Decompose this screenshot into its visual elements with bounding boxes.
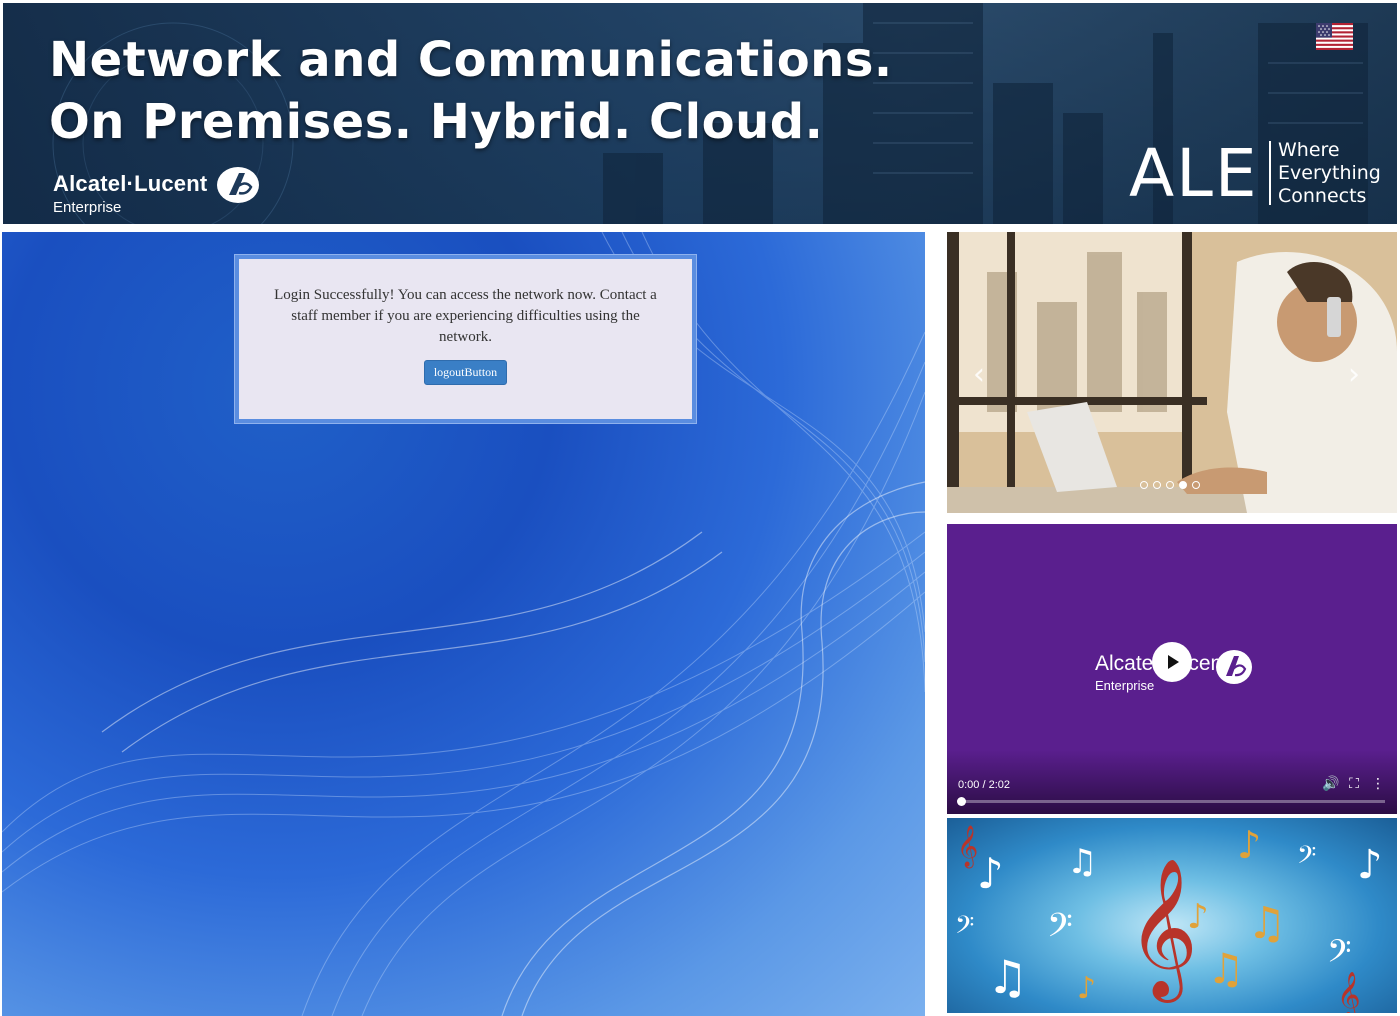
ale-logo: ALE xyxy=(1129,135,1259,212)
svg-text:♪: ♪ xyxy=(1357,842,1383,888)
video-progress-bar[interactable] xyxy=(957,797,1385,806)
tagline-line: Where xyxy=(1278,139,1340,161)
play-button[interactable] xyxy=(1152,642,1192,682)
header-banner: Network and Communications. On Premises.… xyxy=(3,3,1397,224)
video-progress-knob[interactable] xyxy=(957,797,966,806)
svg-text:♫: ♫ xyxy=(1247,898,1286,949)
logout-button[interactable]: logoutButton xyxy=(423,360,508,385)
banner-title-line2: On Premises. Hybrid. Cloud. xyxy=(49,94,824,150)
login-success-message: Login Successfully! You can access the n… xyxy=(274,287,657,345)
banner-title-line1: Network and Communications. xyxy=(49,32,893,88)
video-player[interactable]: Alcatel·Lucent Enterprise 0:00 / 2:02 🔊 … xyxy=(947,524,1397,814)
carousel-dot[interactable] xyxy=(1166,481,1174,489)
more-options-icon[interactable]: ⋮ xyxy=(1370,776,1386,792)
svg-text:𝄢: 𝄢 xyxy=(955,911,974,946)
carousel-next-button[interactable]: › xyxy=(1342,360,1366,390)
video-brand-sub: Enterprise xyxy=(1095,678,1155,693)
brand-name: Alcatel·Lucent xyxy=(53,171,208,196)
us-flag-icon[interactable] xyxy=(1316,23,1353,50)
svg-text:𝄢: 𝄢 xyxy=(1297,841,1316,876)
svg-text:𝄢: 𝄢 xyxy=(1327,933,1351,977)
svg-text:♫: ♫ xyxy=(987,950,1028,1004)
carousel-dot-active[interactable] xyxy=(1179,481,1187,489)
svg-text:𝄞: 𝄞 xyxy=(1337,972,1361,1013)
svg-text:♫: ♫ xyxy=(1067,842,1097,882)
alcatel-lucent-logo-text: Alcatel·Lucent Enterprise xyxy=(53,171,207,216)
svg-text:♪: ♪ xyxy=(1077,971,1096,1006)
ale-tagline: Where Everything Connects xyxy=(1278,139,1381,208)
portal-main-area: Login Successfully! You can access the n… xyxy=(2,232,925,1016)
tagline-line: Everything xyxy=(1278,162,1381,184)
music-notes-image: ♪ ♫ 𝄢 ♫ 𝄢 ♪ 𝄢 𝄢 𝄞 𝄞 𝄞 ♪ ♫ ♪ ♫ ♪ xyxy=(947,818,1397,1013)
carousel-prev-button[interactable]: ‹ xyxy=(967,360,991,390)
fullscreen-icon[interactable]: ⛶ xyxy=(1346,776,1362,792)
svg-text:♫: ♫ xyxy=(1207,944,1245,993)
carousel-dot[interactable] xyxy=(1140,481,1148,489)
svg-text:♪: ♪ xyxy=(977,849,1004,898)
svg-text:𝄢: 𝄢 xyxy=(1047,907,1073,953)
carousel-dot[interactable] xyxy=(1153,481,1161,489)
music-notes-graphic: ♪ ♫ 𝄢 ♫ 𝄢 ♪ 𝄢 𝄢 𝄞 𝄞 𝄞 ♪ ♫ ♪ ♫ ♪ xyxy=(955,823,1383,1013)
image-carousel: ‹ › xyxy=(947,232,1397,513)
carousel-dot[interactable] xyxy=(1192,481,1200,489)
banner-title: Network and Communications. On Premises.… xyxy=(49,29,949,153)
office-photo-slide xyxy=(947,232,1397,513)
volume-icon[interactable]: 🔊 xyxy=(1322,776,1339,792)
alcatel-lucent-logo-icon xyxy=(217,167,259,203)
ale-divider xyxy=(1269,141,1271,205)
tagline-line: Connects xyxy=(1278,185,1367,207)
svg-text:𝄞: 𝄞 xyxy=(957,825,978,868)
login-success-dialog: Login Successfully! You can access the n… xyxy=(235,255,696,423)
svg-text:♪: ♪ xyxy=(1237,823,1261,867)
video-time: 0:00 / 2:02 xyxy=(958,779,1010,791)
svg-text:♪: ♪ xyxy=(1187,897,1209,937)
alcatel-lucent-logo-icon xyxy=(1216,650,1252,684)
brand-sub: Enterprise xyxy=(53,199,122,216)
carousel-indicators xyxy=(1140,481,1200,489)
